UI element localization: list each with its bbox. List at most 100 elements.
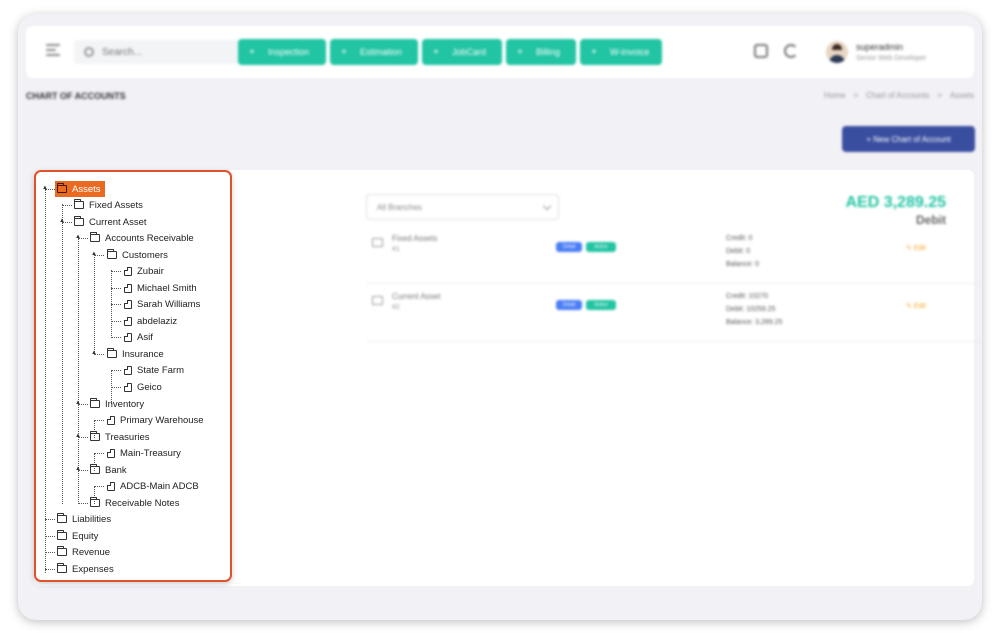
account-tree: ▲ ▲ ▲ ▲ ▲ ▲ ▲ ▲ Assets Fixed Assets Curr… (34, 170, 232, 582)
plus-icon: + (249, 46, 255, 58)
tree-node-current-asset[interactable]: Current Asset (74, 214, 147, 230)
tree-node-label: Revenue (72, 546, 111, 558)
tree-node-geico[interactable]: Geico (124, 379, 162, 395)
tree-node-customers[interactable]: Customers (107, 247, 168, 263)
row-credit: Credit: 0 (726, 235, 753, 242)
status-badge: Active (586, 300, 616, 310)
tree-node-assets[interactable]: Assets (55, 181, 105, 197)
row-debit: Debit: 0 (726, 248, 751, 255)
tree-node-asif[interactable]: Asif (124, 329, 153, 345)
table-row[interactable]: Current Asset #2 Detail Active Credit: 1… (366, 284, 982, 342)
collapse-toggle-icon[interactable]: ▲ (75, 400, 81, 406)
folder-icon (90, 497, 100, 507)
collapse-toggle-icon[interactable]: ▲ (59, 218, 65, 224)
row-balance: Balance: 3,289.25 (726, 319, 783, 326)
tree-node-label: Sarah Williams (137, 298, 201, 310)
tree-node-label: Insurance (122, 348, 164, 360)
tree-node-liabilities[interactable]: Liabilities (57, 511, 111, 527)
user-menu[interactable]: superadmin Senior Web Developer (826, 26, 964, 78)
tree-node-insurance[interactable]: Insurance (107, 346, 164, 362)
branch-select-value: All Branches (377, 202, 422, 212)
user-role: Senior Web Developer (856, 55, 927, 62)
tree-node-inventory[interactable]: Inventory (90, 396, 144, 412)
tree-connector (78, 238, 79, 504)
tree-node-label: ADCB-Main ADCB (120, 480, 199, 492)
file-icon (124, 316, 132, 326)
file-icon (124, 382, 132, 392)
quick-estimation-button[interactable]: + Estimation (330, 39, 418, 65)
dark-mode-icon[interactable] (784, 44, 798, 58)
edit-button[interactable]: ✎ Edit (906, 244, 926, 252)
quick-jobcard-button[interactable]: + JobCard (422, 39, 502, 65)
tree-node-bank[interactable]: Bank (90, 462, 127, 478)
folder-icon (372, 238, 383, 247)
plus-icon: + (517, 46, 523, 58)
row-stats: Credit: 10270 Debit: 10259.25 Balance: 3… (726, 290, 782, 329)
tree-connector (94, 420, 104, 421)
tree-node-receivable-notes[interactable]: Receivable Notes (90, 495, 179, 511)
account-amount: AED 3,289.25 (845, 194, 946, 211)
quick-billing-button[interactable]: + Billing (506, 39, 576, 65)
row-debit: Debit: 10259.25 (726, 306, 776, 313)
new-chart-of-account-button[interactable]: + New Chart of Account (842, 126, 975, 152)
edit-button[interactable]: ✎ Edit (906, 302, 926, 310)
search-box[interactable] (74, 40, 244, 64)
tree-connector (111, 387, 121, 388)
collapse-toggle-icon[interactable]: ▲ (75, 234, 81, 240)
tree-node-label: Fixed Assets (89, 199, 143, 211)
collapse-toggle-icon[interactable]: ▲ (75, 433, 81, 439)
tree-node-label: abdelaziz (137, 315, 178, 327)
tree-node-label: Inventory (105, 398, 145, 410)
collapse-toggle-icon[interactable]: ▲ (42, 185, 48, 191)
tree-connector (94, 486, 104, 487)
tree-node-label: Receivable Notes (105, 497, 180, 509)
branch-select[interactable]: All Branches (366, 194, 559, 220)
tree-node-fixed-assets[interactable]: Fixed Assets (74, 197, 143, 213)
fullscreen-icon[interactable] (754, 44, 768, 58)
folder-icon (57, 546, 67, 556)
breadcrumb-separator: > (937, 91, 942, 100)
tree-node-expenses[interactable]: Expenses (57, 561, 114, 577)
tree-node-label: Primary Warehouse (120, 414, 204, 426)
tree-node-label: Michael Smith (137, 282, 197, 294)
quick-label: JobCard (452, 47, 487, 57)
tree-node-main-treasury[interactable]: Main-Treasury (107, 445, 181, 461)
tree-node-accounts-receivable[interactable]: Accounts Receivable (90, 230, 194, 246)
row-balance: Balance: 0 (726, 261, 760, 268)
tree-node-primary-warehouse[interactable]: Primary Warehouse (107, 412, 204, 428)
tree-node-label: Assets (72, 183, 101, 195)
table-row[interactable]: Fixed Assets #1 Detail Active Credit: 0 … (366, 226, 982, 284)
tree-node-revenue[interactable]: Revenue (57, 544, 110, 560)
breadcrumb-separator: > (853, 91, 859, 100)
menu-icon[interactable] (46, 44, 60, 58)
tree-node-label: Zubair (137, 265, 164, 277)
file-icon (107, 415, 115, 425)
tree-node-equity[interactable]: Equity (57, 528, 98, 544)
folder-icon (107, 249, 117, 259)
tree-connector (111, 337, 121, 338)
breadcrumb-home[interactable]: Home (824, 91, 845, 100)
breadcrumb-chart[interactable]: Chart of Accounts (866, 91, 929, 100)
tree-connector (45, 552, 55, 553)
folder-icon (57, 530, 67, 540)
tree-node-treasuries[interactable]: Treasuries (90, 429, 150, 445)
quick-inspection-button[interactable]: + Inspection (238, 39, 326, 65)
search-input[interactable] (102, 46, 222, 58)
folder-icon (90, 398, 100, 408)
chevron-down-icon (542, 201, 552, 211)
tree-node-michael-smith[interactable]: Michael Smith (124, 280, 197, 296)
tree-connector (45, 188, 46, 573)
tree-connector (45, 569, 55, 570)
collapse-toggle-icon[interactable]: ▲ (75, 466, 81, 472)
tree-node-label: Bank (105, 464, 127, 476)
tree-node-zubair[interactable]: Zubair (124, 263, 164, 279)
tree-node-adcb[interactable]: ADCB-Main ADCB (107, 478, 199, 494)
status-badge: Active (586, 242, 616, 252)
quick-winvoice-button[interactable]: + W-invoice (580, 39, 662, 65)
collapse-toggle-icon[interactable]: ▲ (91, 350, 97, 356)
collapse-toggle-icon[interactable]: ▲ (91, 251, 97, 257)
tree-node-sarah-williams[interactable]: Sarah Williams (124, 296, 200, 312)
row-name: Fixed Assets (392, 234, 438, 243)
tree-node-abdelaziz[interactable]: abdelaziz (124, 313, 177, 329)
tree-node-state-farm[interactable]: State Farm (124, 362, 184, 378)
